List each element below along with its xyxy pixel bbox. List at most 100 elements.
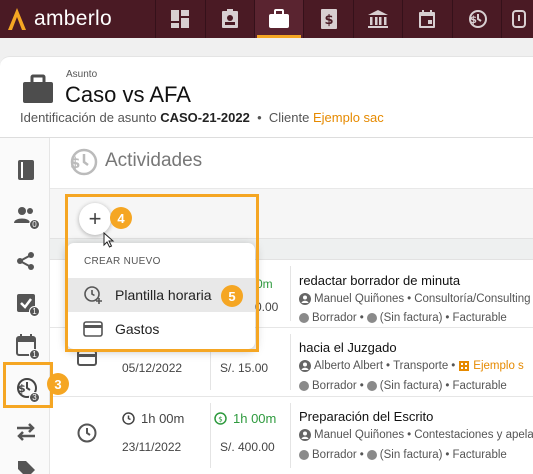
nav-invoices[interactable]: $ xyxy=(304,0,352,38)
nav-dashboard[interactable] xyxy=(156,0,204,38)
status-dot-icon xyxy=(299,381,309,391)
nav-matters[interactable] xyxy=(254,0,304,38)
step-number-badge: 4 xyxy=(110,207,132,229)
briefcase-icon xyxy=(269,9,290,28)
time-money-icon: $ xyxy=(468,10,487,28)
count-badge: 1 xyxy=(29,306,40,317)
duration-value: 1h 00m xyxy=(141,411,185,426)
billing-status: Facturable xyxy=(452,380,507,392)
transfer-icon xyxy=(17,423,35,441)
client-link[interactable]: Ejemplo sac xyxy=(313,110,384,125)
activity-meta: Alberto Albert • Transporte • Ejemplo s xyxy=(299,360,524,372)
matter-header: Asunto Caso vs AFA Identificación de asu… xyxy=(0,57,533,137)
status-badge: Borrador xyxy=(312,312,357,324)
menu-item-expenses[interactable]: Gastos xyxy=(67,312,255,346)
status-dot-icon xyxy=(299,313,309,323)
user-icon xyxy=(299,360,311,372)
menu-item-label: Gastos xyxy=(115,321,160,337)
column-divider xyxy=(290,403,291,468)
billable-duration-value: 1h 00m xyxy=(233,411,277,426)
table-row[interactable]: 1h 00m 23/11/2022 $ 1h 00m S/. 400.00 Pr… xyxy=(50,397,533,474)
svg-text:$: $ xyxy=(324,13,333,28)
clock-plus-icon xyxy=(84,286,102,304)
user-name: Alberto Albert xyxy=(314,360,384,372)
card-icon xyxy=(83,321,103,337)
separator: • xyxy=(386,360,391,372)
invoice-dot-icon xyxy=(366,381,377,391)
category: Contestaciones y apela xyxy=(414,429,533,441)
dashboard-icon xyxy=(171,10,190,28)
clock-icon xyxy=(122,412,135,425)
status-dot-icon xyxy=(299,450,309,460)
amount: S/. 400.00 xyxy=(220,440,275,454)
column-divider xyxy=(290,334,291,390)
sidebar-item-people[interactable]: 0 xyxy=(13,202,40,230)
sidebar-item-calendar[interactable]: 1 xyxy=(13,332,40,360)
briefcase-icon xyxy=(23,74,53,103)
invoice-dot-icon xyxy=(366,313,377,323)
activity-status: Borrador • (Sin factura) • Facturable xyxy=(299,449,507,461)
ident-label: Identificación de asunto xyxy=(20,110,157,125)
svg-text:$: $ xyxy=(70,154,80,172)
nav-calendar[interactable] xyxy=(403,0,451,38)
activity-status: Borrador • (Sin factura) • Facturable xyxy=(299,380,507,392)
separator: • xyxy=(407,293,412,305)
sidebar-item-tags[interactable] xyxy=(13,456,39,474)
invoice-icon: $ xyxy=(320,9,337,29)
nav-time[interactable]: $ xyxy=(453,0,501,38)
sidebar-item-share[interactable] xyxy=(13,248,39,274)
separator: • xyxy=(407,429,412,441)
menu-title: CREAR NUEVO xyxy=(84,256,161,267)
user-name: Manuel Quiñones xyxy=(314,293,405,305)
client-link[interactable]: Ejemplo s xyxy=(473,360,524,372)
invoice-status: (Sin factura) xyxy=(379,449,443,461)
subject-label: Asunto xyxy=(66,69,98,80)
sidebar-item-activities[interactable]: $ 3 xyxy=(13,375,40,403)
sidebar-item-notes[interactable] xyxy=(13,157,39,183)
user-icon xyxy=(299,293,311,305)
invoice-status: (Sin factura) xyxy=(379,312,443,324)
user-icon xyxy=(299,429,311,441)
time-money-icon: $ xyxy=(70,148,98,176)
category: Transporte xyxy=(393,360,449,372)
separator: • xyxy=(359,312,364,324)
nav-alerts[interactable] xyxy=(502,0,533,38)
add-activity-button[interactable]: + xyxy=(79,203,111,235)
count-badge: 0 xyxy=(29,219,40,230)
billable-duration: $ 1h 00m xyxy=(214,411,276,426)
count-badge: 3 xyxy=(29,392,40,403)
separator: • xyxy=(451,360,456,372)
sidebar-item-tasks[interactable]: 1 xyxy=(13,289,40,317)
step-number-badge: 3 xyxy=(47,373,69,395)
separator: • xyxy=(359,380,364,392)
brand[interactable]: amberlo xyxy=(0,0,155,38)
activity-date: 05/12/2022 xyxy=(122,361,183,375)
bank-icon xyxy=(367,10,388,28)
amount: 0.00 xyxy=(255,300,279,314)
activity-meta: Manuel Quiñones • Consultoría/Consulting xyxy=(299,293,531,305)
sidebar-item-transfers[interactable] xyxy=(13,419,39,445)
activity-description: hacia el Juzgado xyxy=(299,340,397,355)
amount: S/. 15.00 xyxy=(220,361,269,375)
nav-contacts[interactable] xyxy=(205,0,253,38)
activity-description: redactar borrador de minuta xyxy=(299,273,461,288)
billable-duration: 0m xyxy=(256,277,273,291)
brand-name: amberlo xyxy=(34,7,112,30)
nav-bank[interactable] xyxy=(354,0,402,38)
invoice-dot-icon xyxy=(366,450,377,460)
billable-clock-icon: $ xyxy=(214,412,227,425)
contacts-icon xyxy=(221,9,238,28)
ident-value: CASO-21-2022 xyxy=(160,110,250,125)
status-badge: Borrador xyxy=(312,449,357,461)
book-icon xyxy=(18,160,34,180)
section-title: Activ​idades xyxy=(105,150,203,171)
billing-status: Facturable xyxy=(452,449,507,461)
matter-sidebar: 0 1 1 $ 3 xyxy=(0,138,50,474)
mouse-cursor-icon xyxy=(103,232,115,248)
user-name: Manuel Quiñones xyxy=(314,429,405,441)
separator: • xyxy=(445,380,450,392)
duration: 1h 00m xyxy=(122,411,184,426)
column-divider xyxy=(290,266,291,321)
share-icon xyxy=(17,252,34,270)
menu-item-label: Plantilla horaria xyxy=(115,287,212,303)
